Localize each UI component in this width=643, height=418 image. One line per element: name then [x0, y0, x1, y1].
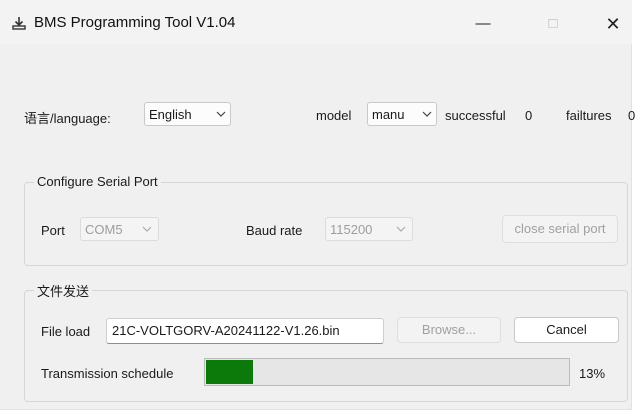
successful-label: successful — [445, 108, 506, 123]
serial-port-group-title: Configure Serial Port — [34, 174, 161, 189]
transmission-progress-bar — [204, 358, 570, 386]
close-serial-port-button[interactable]: close serial port — [502, 215, 618, 243]
maximize-button[interactable]: □ — [530, 4, 576, 44]
cancel-button[interactable]: Cancel — [514, 317, 619, 343]
language-selected-value: English — [149, 107, 192, 122]
file-path-field[interactable]: 21C-VOLTGORV-A20241122-V1.26.bin — [106, 318, 384, 344]
browse-button[interactable]: Browse... — [397, 317, 501, 343]
model-label: model — [316, 108, 352, 123]
failures-count: 0 — [628, 108, 636, 123]
port-label: Port — [41, 223, 65, 238]
progress-percent: 13% — [579, 366, 606, 381]
file-send-group-title: 文件发送 — [34, 281, 93, 300]
language-label: 语言/language: — [24, 111, 111, 126]
port-select[interactable]: COM5 — [80, 217, 159, 241]
failures-label: failtures — [566, 108, 612, 123]
chevron-down-icon — [142, 226, 152, 232]
chevron-down-icon — [216, 111, 226, 117]
model-select[interactable]: manu — [367, 102, 437, 126]
close-button[interactable]: ✕ — [590, 4, 636, 44]
app-window: BMS Programming Tool V1.04 — □ ✕ 语言/lang… — [0, 0, 636, 410]
transmission-schedule-label: Transmission schedule — [41, 366, 174, 381]
chevron-down-icon — [422, 111, 432, 117]
title-bar[interactable]: BMS Programming Tool V1.04 — □ ✕ — [0, 0, 632, 44]
download-tray-icon — [12, 17, 26, 30]
baud-rate-select[interactable]: 115200 — [325, 217, 413, 241]
language-select[interactable]: English — [144, 102, 231, 126]
successful-count: 0 — [525, 108, 533, 123]
file-load-label: File load — [41, 324, 91, 339]
minimize-button[interactable]: — — [460, 4, 506, 44]
baud-rate-label: Baud rate — [246, 223, 303, 238]
progress-fill — [206, 360, 254, 384]
baud-rate-selected-value: 115200 — [330, 222, 373, 237]
model-selected-value: manu — [372, 107, 405, 122]
port-selected-value: COM5 — [85, 222, 123, 237]
window-title: BMS Programming Tool V1.04 — [34, 14, 236, 31]
chevron-down-icon — [396, 226, 406, 232]
